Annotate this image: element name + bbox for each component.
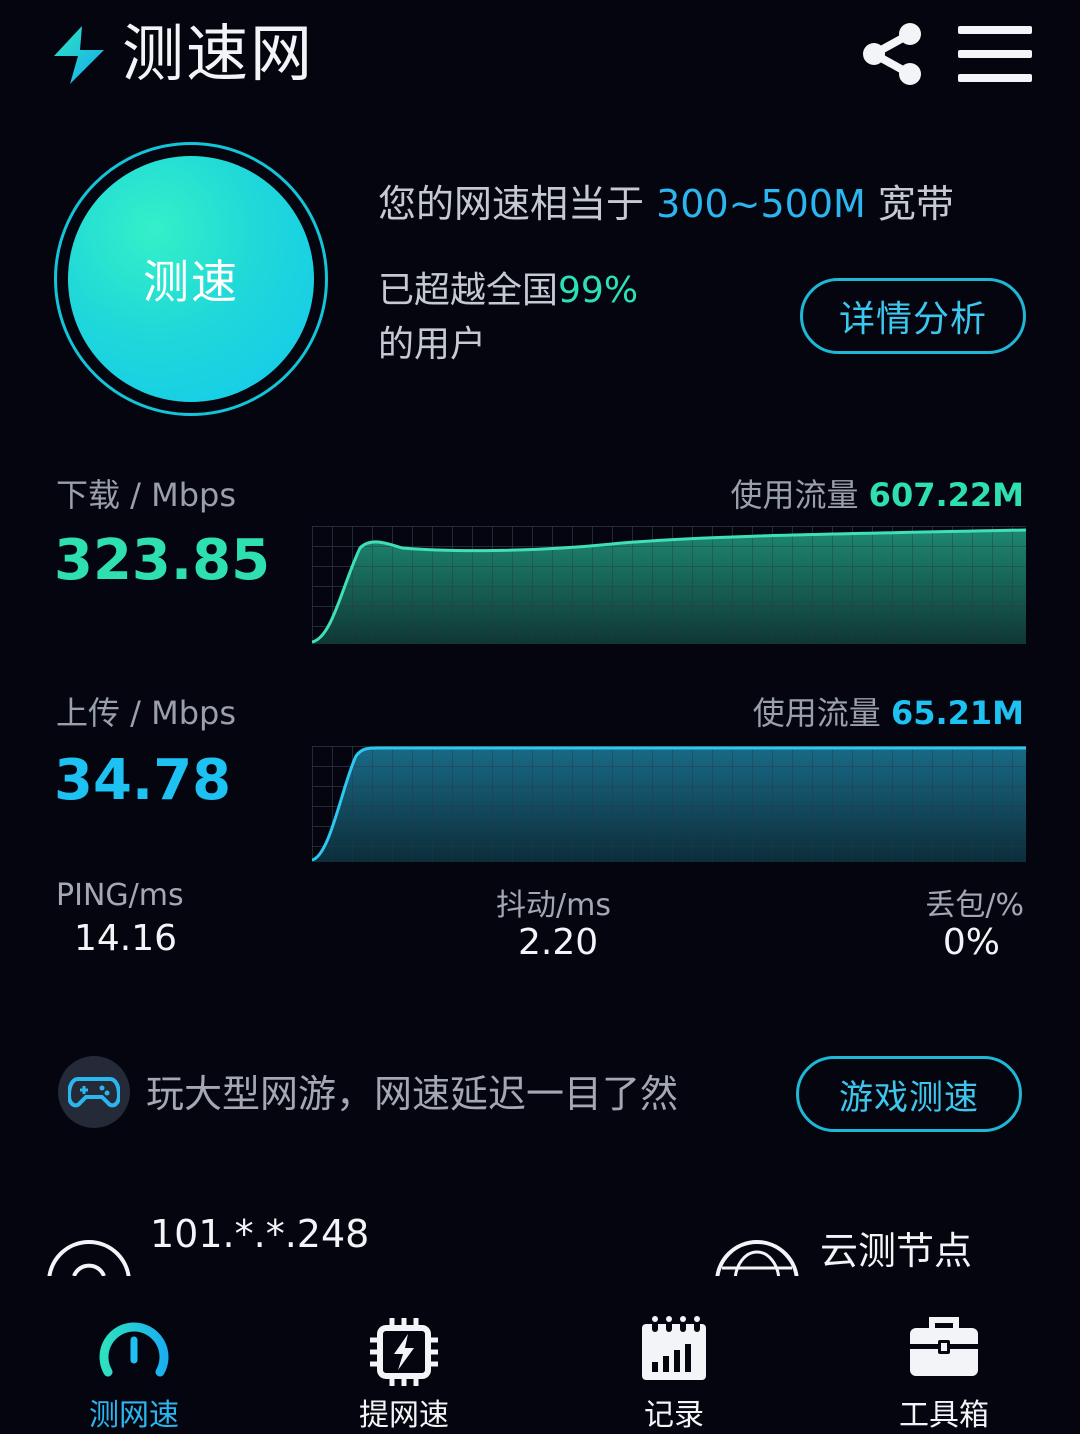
download-speed-graph [312,526,1026,644]
upload-speed-graph [312,746,1026,862]
nav-label-speedtest: 测网速 [89,1398,179,1433]
app-title: 测速网 [122,17,315,90]
nav-item-toolbox[interactable]: 工具箱 [844,1276,1044,1434]
gamepad-icon [68,1077,120,1108]
jitter-value: 2.20 [518,922,599,963]
game-icon-badge [58,1056,130,1128]
upload-label: 上传 / Mbps [56,694,237,732]
nav-item-records[interactable]: 记录 [574,1276,774,1434]
ip-address: 101.*.*.248 [150,1212,370,1256]
ping-value: 14.16 [74,918,178,959]
speed-equivalent-text: 您的网速相当于 300~500M 宽带 [378,182,954,226]
ping-label: PING/ms [56,878,184,913]
share-icon[interactable] [858,22,926,86]
equivalent-bandwidth: 300~500M [656,182,866,226]
nav-label-toolbox: 工具箱 [899,1398,989,1433]
calendar-chart-icon [642,1316,706,1380]
download-value: 323.85 [54,528,271,593]
detail-analysis-button[interactable]: 详情分析 [800,278,1026,354]
nav-item-speedtest[interactable]: 测网速 [34,1276,234,1434]
menu-icon[interactable] [958,26,1034,82]
upload-value: 34.78 [54,748,232,813]
rank-text: 已超越全国99% 的用户 [378,270,639,365]
toolbox-icon [910,1317,978,1376]
cloud-node-label[interactable]: 云测节点 [820,1220,972,1275]
packet-loss-value: 0% [942,922,1000,963]
download-traffic: 使用流量 607.22M [730,476,1024,514]
upload-traffic-value: 65.21M [890,694,1024,732]
speedometer-icon [99,1322,169,1377]
globe-icon [715,1240,799,1276]
upload-traffic: 使用流量 65.21M [752,694,1024,732]
start-test-button[interactable]: 测速 [68,156,314,402]
download-traffic-value: 607.22M [868,476,1024,514]
nav-label-records: 记录 [644,1398,704,1433]
nav-item-boost[interactable]: 提网速 [304,1276,504,1434]
boost-chip-icon [370,1318,438,1386]
nav-label-boost: 提网速 [359,1398,449,1433]
lightning-logo-icon [54,26,104,84]
game-promo-text: 玩大型网游，网速延迟一目了然 [146,1072,679,1116]
start-test-label: 测速 [143,255,239,309]
game-speedtest-button[interactable]: 游戏测速 [796,1056,1022,1132]
jitter-label: 抖动/ms [496,888,611,923]
rank-percent: 99% [558,270,639,311]
packet-loss-label: 丢包/% [925,888,1024,923]
bottom-nav: 测网速 提网速 记录 工具箱 [0,1276,1080,1434]
download-label: 下载 / Mbps [56,476,237,514]
wifi-signal-icon [47,1240,131,1276]
